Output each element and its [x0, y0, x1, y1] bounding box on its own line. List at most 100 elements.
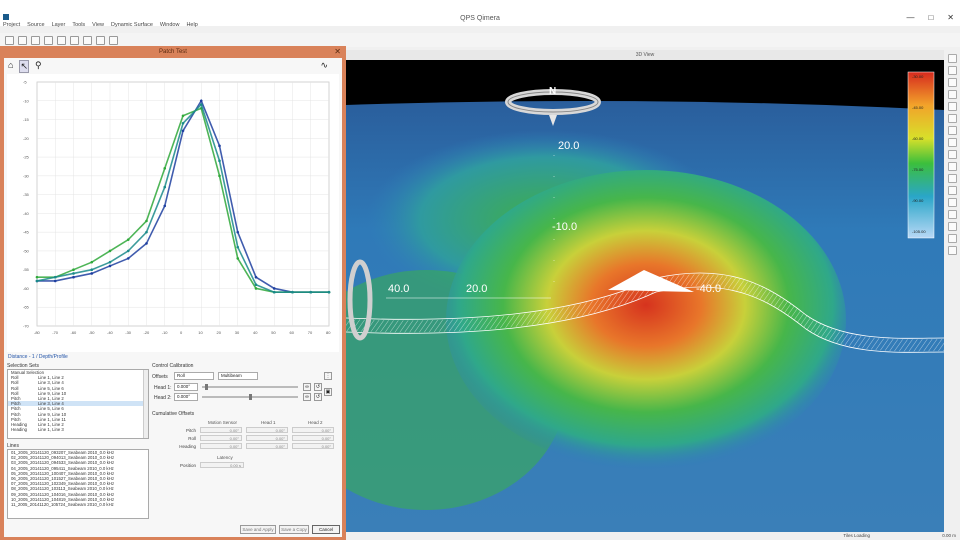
save-copy-button[interactable]: Save a Copy [279, 525, 309, 534]
profile-chart[interactable]: -80 -70 -60 -50 -40 -30 -20 -10 0 10 20 30 40 50 60 70 8… [7, 74, 339, 352]
camera-icon[interactable] [947, 102, 957, 111]
polygon-icon[interactable] [947, 162, 957, 171]
y-tick-label: -70 [23, 324, 30, 329]
col-motion-sensor: Motion Sensor [208, 420, 238, 425]
head1-slider[interactable] [202, 386, 298, 388]
cancel-button[interactable]: Cancel [312, 525, 340, 534]
y-tick-label: -55 [23, 267, 30, 272]
offset-cell[interactable]: 0.00° [200, 435, 242, 441]
close-icon[interactable]: ✕ [947, 13, 954, 22]
data-point [72, 272, 75, 275]
distance-label-1: 40.0 [388, 283, 409, 295]
new-project-icon[interactable] [5, 35, 14, 45]
data-point [126, 257, 130, 260]
x-tick-label: 20 [217, 330, 222, 335]
offset-cell[interactable]: 0.00° [246, 427, 288, 433]
slice-icon[interactable] [947, 210, 957, 219]
data-point [126, 249, 130, 253]
data-point [272, 287, 276, 290]
line-item[interactable]: 11_2005_20141120_105724_Seabeam 2010_0.0… [8, 502, 148, 507]
offset-cell[interactable]: 0.00° [292, 435, 334, 441]
x-tick-label: 40 [253, 330, 258, 335]
head2-link-button[interactable]: ∞ [303, 393, 311, 401]
grid-icon[interactable] [947, 66, 957, 75]
offset-cell[interactable]: 0.00° [246, 443, 288, 449]
sensor-select[interactable]: Multibeam [218, 372, 258, 380]
pen-icon[interactable] [947, 198, 957, 207]
patch-test-icon[interactable] [83, 35, 92, 45]
layers-icon[interactable] [947, 234, 957, 243]
head2-reset-button[interactable]: ↺ [314, 393, 322, 401]
save-apply-button[interactable]: Save and Apply [240, 525, 276, 534]
data-point [145, 242, 148, 245]
profile-mode-icon[interactable]: ∿ [320, 60, 328, 71]
box-select-icon[interactable] [947, 150, 957, 159]
selection-lines: Line 1, Line 3 [38, 427, 64, 433]
head1-input[interactable]: 0.000° [174, 383, 198, 391]
rotate-icon[interactable] [947, 174, 957, 183]
offset-cell[interactable]: 0.00° [292, 427, 334, 433]
data-point [181, 121, 185, 125]
head1-slider-thumb[interactable] [205, 384, 208, 390]
lasso-icon[interactable] [947, 138, 957, 147]
settings-button[interactable]: ⋮ [324, 372, 332, 380]
plot-toolbar: ⌂ ↖ ⚲ [8, 60, 42, 73]
home-icon[interactable]: ⌂ [8, 60, 13, 73]
measure-icon[interactable] [947, 114, 957, 123]
zoom-icon[interactable]: ⚲ [35, 60, 42, 73]
slice-editor-icon[interactable] [109, 35, 118, 45]
compass-icon[interactable] [947, 78, 957, 87]
data-point [291, 290, 294, 294]
add-layer-icon[interactable] [44, 35, 53, 45]
open-project-icon[interactable] [18, 35, 27, 45]
colorbar-tick-label: -105.00 [912, 229, 926, 234]
x-tick-label: -80 [34, 330, 41, 335]
select-icon[interactable] [947, 126, 957, 135]
control-calibration-label: Control Calibration [152, 363, 194, 369]
dialog-close-icon[interactable]: ✕ [334, 47, 341, 56]
head2-input[interactable]: 0.000° [174, 393, 198, 401]
offset-cell[interactable]: 0.00° [200, 443, 242, 449]
selection-sets-list[interactable]: Manual Selection Roll Line 1, Line 2 Roll Li… [7, 369, 149, 439]
filter-icon[interactable] [947, 246, 957, 255]
lock-button[interactable]: ▣ [324, 388, 332, 396]
histogram-icon[interactable] [947, 186, 957, 195]
refresh-icon[interactable] [70, 35, 79, 45]
head1-reset-button[interactable]: ↺ [314, 383, 322, 391]
process-icon[interactable] [57, 35, 66, 45]
data-point [218, 174, 221, 178]
distance-label-3: -40.0 [696, 283, 721, 295]
plot-link[interactable]: Distance - 1 / Depth/Profile [8, 354, 68, 360]
minimize-icon[interactable]: — [906, 13, 914, 22]
color-legend: -30.00 -45.00 -60.00 -75.00 -90.00 -105.00 [907, 71, 935, 239]
fit-icon[interactable] [947, 90, 957, 99]
swath-editor-icon[interactable] [96, 35, 105, 45]
clean-icon[interactable] [947, 222, 957, 231]
offset-cell[interactable]: 0.00° [200, 427, 242, 433]
offset-cell[interactable]: 0.00° [246, 435, 288, 441]
close-view-icon[interactable] [947, 54, 957, 63]
add-source-icon[interactable] [31, 35, 40, 45]
lines-list[interactable]: 01_2005_20141120_093207_Seabeam 2010_0.0… [7, 449, 149, 519]
maximize-icon[interactable]: □ [928, 13, 933, 22]
latency-input[interactable]: 0.00 s [200, 462, 244, 468]
distance-label-2: 20.0 [466, 283, 487, 295]
offset-cell[interactable]: 0.00° [292, 443, 334, 449]
colorbar-tick-label: -45.00 [912, 105, 924, 110]
data-point [236, 257, 240, 260]
head1-link-button[interactable]: ∞ [303, 383, 311, 391]
x-tick-label: -20 [144, 330, 151, 335]
y-tick-label: -45 [23, 230, 30, 235]
3d-view[interactable]: 20.0 -10.0 40.0 20.0 -40.0 N -30.00 -45.0… [346, 60, 944, 532]
head1-label: Head 1: [154, 385, 172, 391]
selection-row[interactable]: Heading Line 1, Line 3 [8, 427, 148, 432]
head2-slider-thumb[interactable] [249, 394, 252, 400]
cumulative-offsets-label: Cumulative Offsets [152, 411, 195, 417]
pointer-icon[interactable]: ↖ [19, 60, 29, 73]
offset-type-select[interactable]: Roll [174, 372, 214, 380]
x-tick-label: -10 [162, 330, 169, 335]
data-point [181, 114, 185, 118]
data-point [199, 103, 203, 106]
selection-scrollbar[interactable] [143, 370, 148, 438]
status-text: Tiles Loading [843, 533, 870, 538]
